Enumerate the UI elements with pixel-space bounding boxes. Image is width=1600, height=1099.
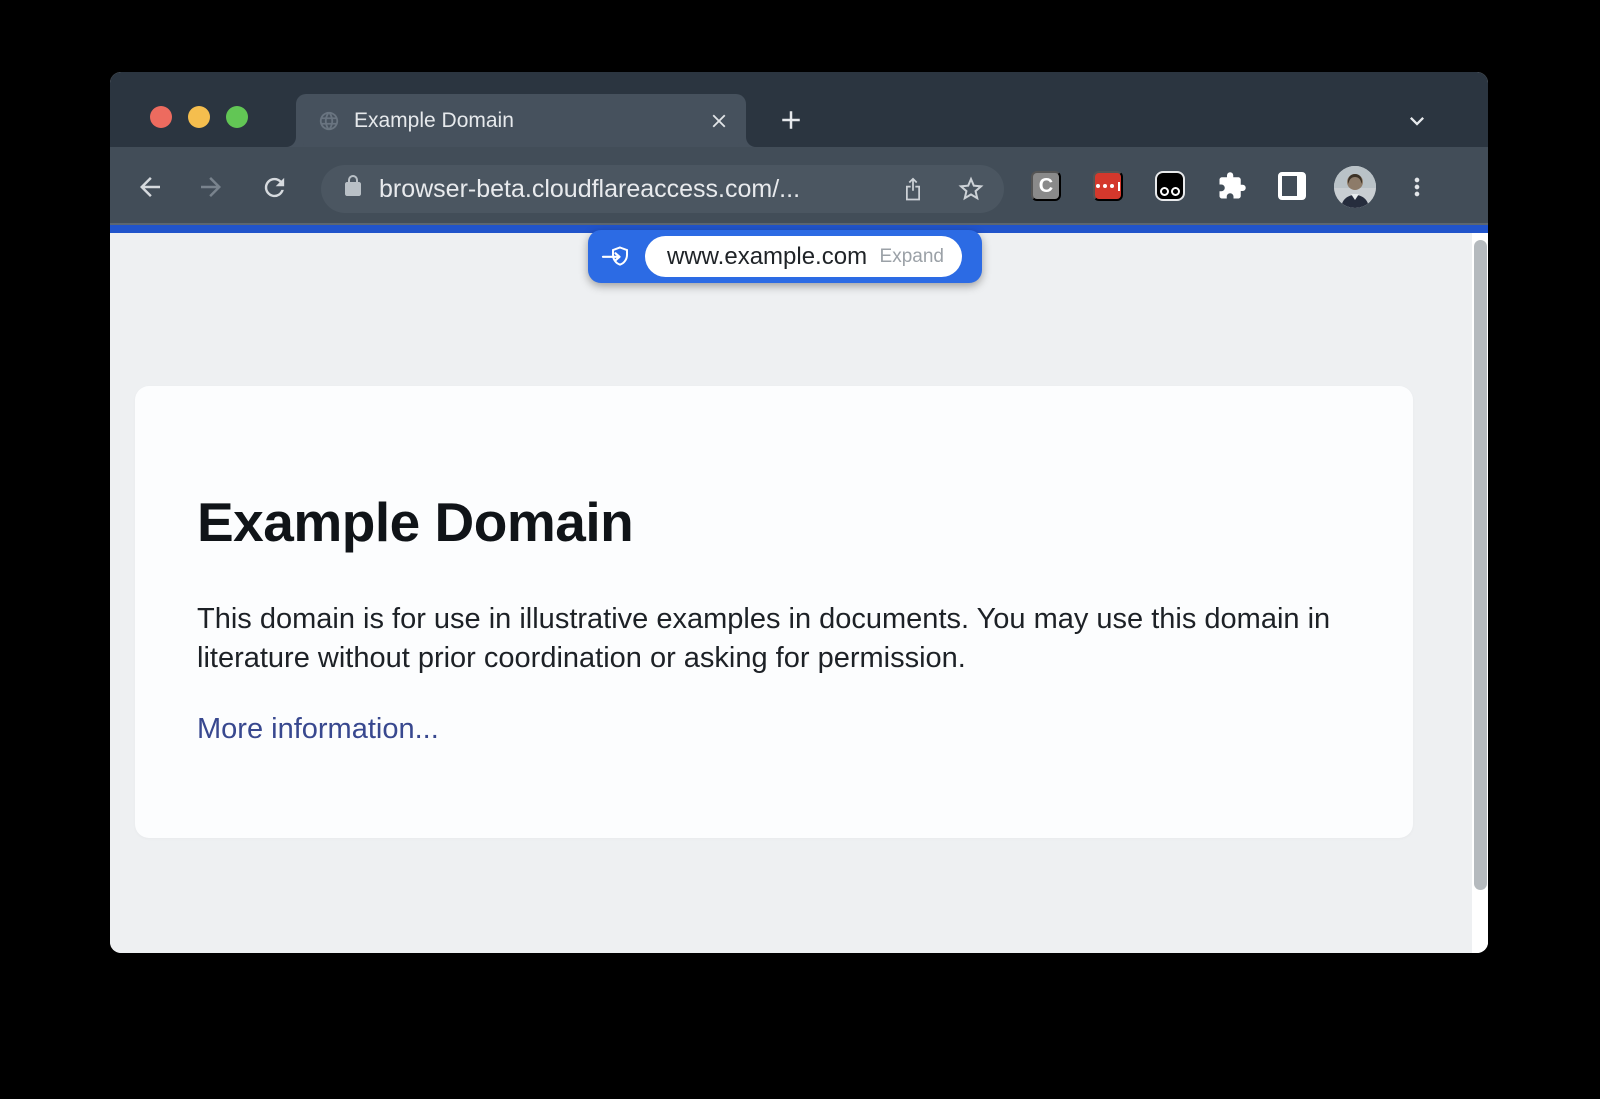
browser-toolbar: browser-beta.cloudflareaccess.com/... C — [110, 147, 1488, 225]
scrollbar-track[interactable] — [1472, 233, 1488, 953]
page-title: Example Domain — [197, 490, 1343, 554]
scrollbar-thumb[interactable] — [1474, 240, 1487, 890]
side-panel-button[interactable] — [1277, 171, 1307, 201]
tab-title: Example Domain — [354, 109, 706, 133]
lock-icon — [341, 174, 365, 204]
minimize-window-button[interactable] — [188, 106, 210, 128]
page-viewport: Example Domain This domain is for use in… — [110, 233, 1488, 953]
window-controls — [150, 106, 248, 128]
side-panel-icon — [1278, 172, 1306, 200]
puzzle-icon — [1217, 171, 1247, 201]
tab-search-chevron-button[interactable] — [1401, 106, 1433, 136]
password-manager-icon — [1096, 182, 1121, 191]
isolation-pill: www.example.com Expand — [588, 230, 982, 283]
forward-arrow-icon — [196, 172, 226, 202]
isolated-domain-pill[interactable]: www.example.com Expand — [645, 236, 962, 277]
share-icon — [899, 175, 927, 203]
page-paragraph: This domain is for use in illustrative e… — [197, 600, 1343, 677]
back-button[interactable] — [135, 172, 165, 202]
camera-extension-button[interactable] — [1155, 171, 1185, 201]
more-information-link[interactable]: More information... — [197, 713, 439, 746]
extensions-button[interactable] — [1217, 171, 1247, 201]
forward-button[interactable] — [196, 172, 226, 202]
globe-icon — [318, 110, 340, 132]
password-manager-extension-button[interactable] — [1093, 171, 1123, 201]
browser-menu-button[interactable] — [1402, 172, 1432, 202]
bookmark-button[interactable] — [956, 174, 986, 204]
avatar — [1334, 166, 1376, 208]
close-tab-button[interactable] — [706, 108, 732, 134]
shield-arrow-icon — [588, 244, 645, 270]
content-card: Example Domain This domain is for use in… — [135, 386, 1413, 838]
reload-button[interactable] — [259, 172, 289, 202]
close-window-button[interactable] — [150, 106, 172, 128]
kebab-menu-icon — [1403, 173, 1431, 201]
reload-icon — [260, 173, 289, 202]
star-icon — [956, 174, 986, 204]
new-tab-button[interactable] — [776, 105, 806, 135]
active-tab[interactable]: Example Domain — [296, 94, 746, 147]
browser-window: Example Domain browser-beta.cloudflareac — [110, 72, 1488, 953]
back-arrow-icon — [135, 172, 165, 202]
profile-avatar[interactable] — [1334, 166, 1376, 208]
c-extension-button[interactable]: C — [1031, 171, 1061, 201]
share-button[interactable] — [898, 174, 928, 204]
c-extension-icon: C — [1039, 175, 1053, 198]
zoom-window-button[interactable] — [226, 106, 248, 128]
url-text[interactable]: browser-beta.cloudflareaccess.com/... — [379, 175, 898, 204]
address-bar[interactable]: browser-beta.cloudflareaccess.com/... — [321, 165, 1004, 213]
expand-button[interactable]: Expand — [880, 246, 944, 268]
isolated-domain-text: www.example.com — [667, 243, 880, 271]
tab-strip: Example Domain — [110, 72, 1488, 147]
camera-extension-icon — [1160, 187, 1180, 196]
